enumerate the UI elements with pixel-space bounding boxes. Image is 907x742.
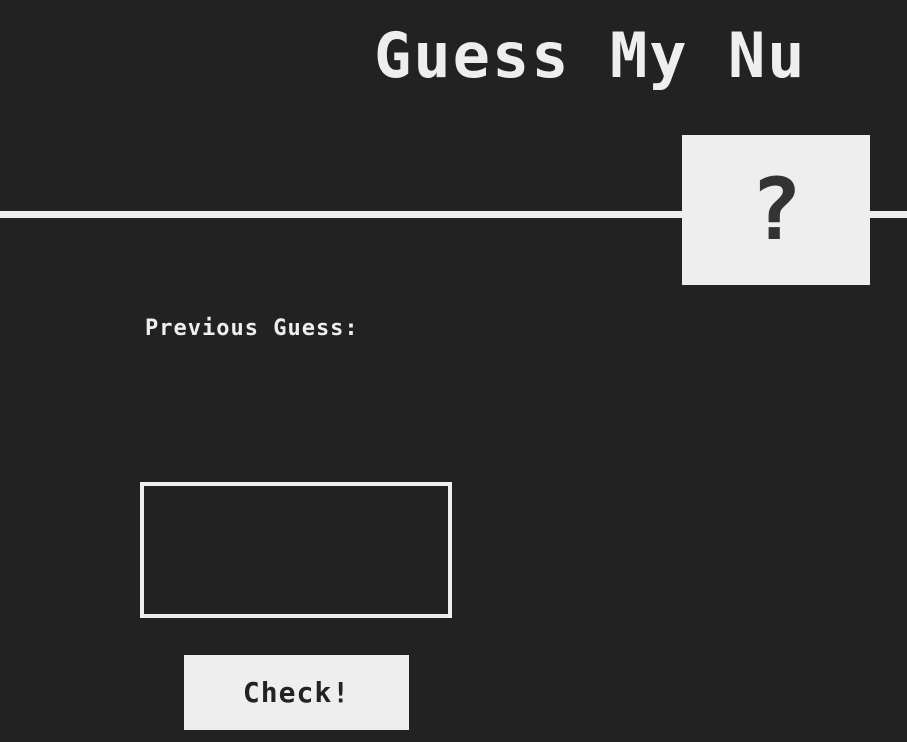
check-button[interactable]: Check! (184, 655, 409, 730)
secret-number-box: ? (682, 135, 870, 285)
question-mark: ? (750, 160, 802, 260)
page-title: Guess My Nu (374, 19, 807, 92)
guess-input[interactable] (140, 482, 452, 618)
previous-guess-label: Previous Guess: (145, 316, 359, 341)
